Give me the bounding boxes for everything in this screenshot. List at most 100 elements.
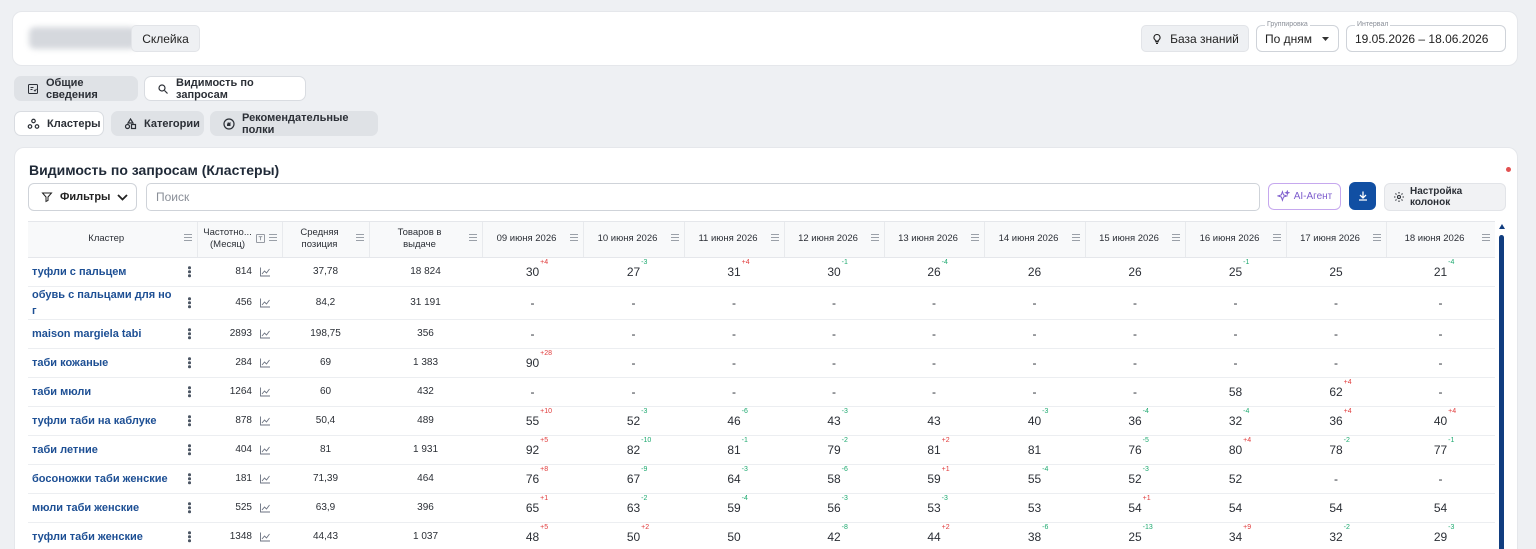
table-row[interactable]: таби летние 404 81 1 931 92 +5 82 -10 81 -1 79 -2 81… — [28, 435, 1495, 465]
column-header-date[interactable]: 14 июня 2026 — [984, 222, 1086, 258]
cluster-name-cell[interactable]: таби кожаные — [28, 348, 197, 378]
info-icon[interactable] — [255, 234, 265, 243]
column-header-date[interactable]: 13 июня 2026 — [884, 222, 985, 258]
column-menu-icon[interactable] — [870, 234, 879, 242]
column-menu-icon[interactable] — [1481, 234, 1490, 242]
more-vertical-icon[interactable] — [188, 443, 191, 457]
cluster-name[interactable]: мюли таби женские — [32, 502, 139, 514]
interval-select[interactable]: Интервал 19.05.2026 – 18.06.2026 — [1346, 20, 1506, 52]
table-row[interactable]: босоножки таби женские 181 71,39 464 76 +8 67-… — [28, 464, 1495, 494]
column-header-date[interactable]: 18 июня 2026 — [1386, 222, 1495, 258]
search-input[interactable] — [146, 183, 1260, 211]
cluster-name-cell[interactable]: таби летние — [28, 435, 197, 465]
grouping-label: Группировка — [1265, 20, 1310, 30]
more-vertical-icon[interactable] — [188, 265, 191, 279]
position-value: 52 -3 — [626, 407, 648, 428]
cluster-name-cell[interactable]: maison margiela tabi — [28, 319, 197, 349]
column-menu-icon[interactable] — [468, 234, 477, 242]
download-button[interactable] — [1349, 182, 1376, 210]
subtab-categories[interactable]: Категории — [111, 111, 204, 136]
cluster-name[interactable]: туфли таби женские — [32, 531, 143, 543]
cluster-name[interactable]: таби летние — [32, 444, 98, 456]
chart-line-icon[interactable] — [260, 532, 270, 541]
column-menu-icon[interactable] — [770, 234, 779, 242]
chart-line-icon[interactable] — [260, 474, 270, 483]
column-menu-icon[interactable] — [355, 234, 364, 242]
cluster-name[interactable]: туфли с пальцем — [32, 266, 126, 278]
avg-position-cell: 81 — [282, 435, 369, 465]
column-menu-icon[interactable] — [1171, 234, 1180, 242]
column-header-date[interactable]: 17 июня 2026 — [1286, 222, 1387, 258]
table-row[interactable]: туфли с пальцем 814 37,78 18 824 30 +4 27 -3 31 +… — [28, 257, 1495, 287]
column-menu-icon[interactable] — [1272, 234, 1281, 242]
cluster-name-cell[interactable]: обувь с пальцами для но г — [28, 286, 197, 320]
more-vertical-icon[interactable] — [188, 356, 191, 370]
subtab-recommendation-shelves[interactable]: Рекомендательные полки — [210, 111, 378, 136]
cluster-name[interactable]: обувь с пальцами для но г — [32, 289, 172, 317]
chart-line-icon[interactable] — [260, 416, 270, 425]
more-vertical-icon[interactable] — [188, 414, 191, 428]
position-cell: 46 -6 — [684, 406, 784, 436]
column-header-date[interactable]: 09 июня 2026 — [482, 222, 584, 258]
cluster-name[interactable]: таби кожаные — [32, 357, 108, 369]
cluster-name-cell[interactable]: туфли таби женские — [28, 522, 197, 549]
ai-agent-button[interactable]: AI-Агент — [1268, 183, 1341, 210]
column-header-goods[interactable]: Товаров в выдаче — [369, 222, 483, 258]
cluster-name[interactable]: maison margiela tabi — [32, 328, 141, 340]
position-value: 43 — [927, 413, 941, 428]
table-row[interactable]: maison margiela tabi 2893 198,75 356 - - - - - - -… — [28, 319, 1495, 349]
chart-line-icon[interactable] — [260, 329, 270, 338]
more-vertical-icon[interactable] — [188, 296, 191, 310]
grouping-select[interactable]: Группировка По дням — [1256, 20, 1339, 52]
column-header-date[interactable]: 10 июня 2026 — [583, 222, 685, 258]
cluster-name-cell[interactable]: босоножки таби женские — [28, 464, 197, 494]
column-menu-icon[interactable] — [970, 234, 979, 242]
chart-line-icon[interactable] — [260, 298, 270, 307]
column-settings-button[interactable]: Настройка колонок — [1384, 183, 1506, 211]
table-row[interactable]: таби мюли 1264 60 432 - - - - - - - 58 62 +4 - — [28, 377, 1495, 407]
cluster-name[interactable]: таби мюли — [32, 386, 91, 398]
chart-line-icon[interactable] — [260, 267, 270, 276]
column-menu-icon[interactable] — [268, 234, 277, 242]
column-menu-icon[interactable] — [670, 234, 679, 242]
chart-line-icon[interactable] — [260, 445, 270, 454]
glue-button[interactable]: Склейка — [131, 25, 200, 52]
table-row[interactable]: обувь с пальцами для но г 456 84,2 31 191 - -… — [28, 286, 1495, 320]
more-vertical-icon[interactable] — [188, 385, 191, 399]
cluster-name[interactable]: туфли таби на каблуке — [32, 415, 156, 427]
column-menu-icon[interactable] — [569, 234, 578, 242]
scroll-up-arrow[interactable] — [1499, 224, 1505, 229]
cluster-name-cell[interactable]: таби мюли — [28, 377, 197, 407]
chart-line-icon[interactable] — [260, 503, 270, 512]
tab-general-info[interactable]: Общие сведения — [14, 76, 138, 101]
column-header-date[interactable]: 12 июня 2026 — [784, 222, 885, 258]
more-vertical-icon[interactable] — [188, 501, 191, 515]
subtab-clusters[interactable]: Кластеры — [14, 111, 104, 136]
chart-line-icon[interactable] — [260, 387, 270, 396]
column-menu-icon[interactable] — [1372, 234, 1381, 242]
tab-query-visibility[interactable]: Видимость по запросам — [144, 76, 306, 101]
table-row[interactable]: туфли таби на каблуке 878 50,4 489 55 +10 52 -3… — [28, 406, 1495, 436]
column-header-avg-position[interactable]: Средняя позиция — [282, 222, 370, 258]
cluster-name-cell[interactable]: туфли с пальцем — [28, 257, 197, 287]
cluster-name-cell[interactable]: мюли таби женские — [28, 493, 197, 523]
chart-line-icon[interactable] — [260, 358, 270, 367]
table-row[interactable]: таби кожаные 284 69 1 383 90 +28 - - - - - - - - - — [28, 348, 1495, 378]
cluster-name-cell[interactable]: туфли таби на каблуке — [28, 406, 197, 436]
column-header-date[interactable]: 16 июня 2026 — [1185, 222, 1287, 258]
table-row[interactable]: туфли таби женские 1348 44,43 1 037 48 +5 50 +2… — [28, 522, 1495, 549]
more-vertical-icon[interactable] — [188, 530, 191, 544]
column-header-cluster[interactable]: Кластер — [28, 222, 198, 258]
knowledge-base-button[interactable]: База знаний — [1141, 25, 1249, 52]
table-row[interactable]: мюли таби женские 525 63,9 396 65 +1 63 -2 59 -4 5… — [28, 493, 1495, 523]
column-menu-icon[interactable] — [1071, 234, 1080, 242]
more-vertical-icon[interactable] — [188, 472, 191, 486]
column-header-date[interactable]: 11 июня 2026 — [684, 222, 785, 258]
column-header-frequency[interactable]: Частотно... (Месяц) — [197, 222, 283, 258]
more-vertical-icon[interactable] — [188, 327, 191, 341]
vertical-scrollbar-thumb[interactable] — [1499, 235, 1504, 549]
cluster-name[interactable]: босоножки таби женские — [32, 473, 168, 485]
column-menu-icon[interactable] — [183, 234, 192, 242]
filters-button[interactable]: Фильтры — [28, 183, 137, 211]
column-header-date[interactable]: 15 июня 2026 — [1085, 222, 1186, 258]
